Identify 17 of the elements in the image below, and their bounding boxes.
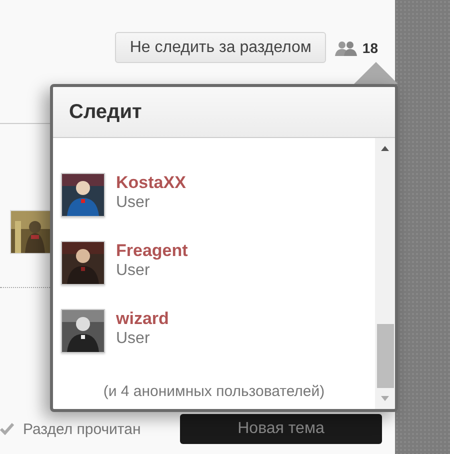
anonymous-note: (и 4 анонимных пользователей) bbox=[102, 383, 326, 400]
user-role: User bbox=[116, 193, 151, 213]
user-name-link[interactable]: wizard bbox=[116, 309, 169, 329]
watcher-count: 18 bbox=[362, 40, 378, 56]
mark-read-link[interactable]: Раздел прочитан bbox=[23, 420, 141, 438]
scroll-up-icon[interactable] bbox=[381, 146, 389, 151]
unfollow-button[interactable]: Не следить за разделом bbox=[114, 32, 326, 63]
watchers-icon[interactable] bbox=[334, 40, 358, 56]
scrollbar[interactable] bbox=[375, 138, 395, 409]
scroll-thumb[interactable] bbox=[376, 324, 394, 388]
user-name-link[interactable]: Freagent bbox=[116, 241, 188, 261]
user-name-link[interactable]: KostaXX bbox=[116, 173, 186, 193]
user-role: User bbox=[116, 261, 151, 281]
popup-title: Следит bbox=[69, 100, 142, 124]
new-topic-button[interactable]: Новая тема bbox=[180, 414, 382, 444]
user-role: User bbox=[116, 329, 151, 349]
check-icon bbox=[0, 423, 14, 435]
